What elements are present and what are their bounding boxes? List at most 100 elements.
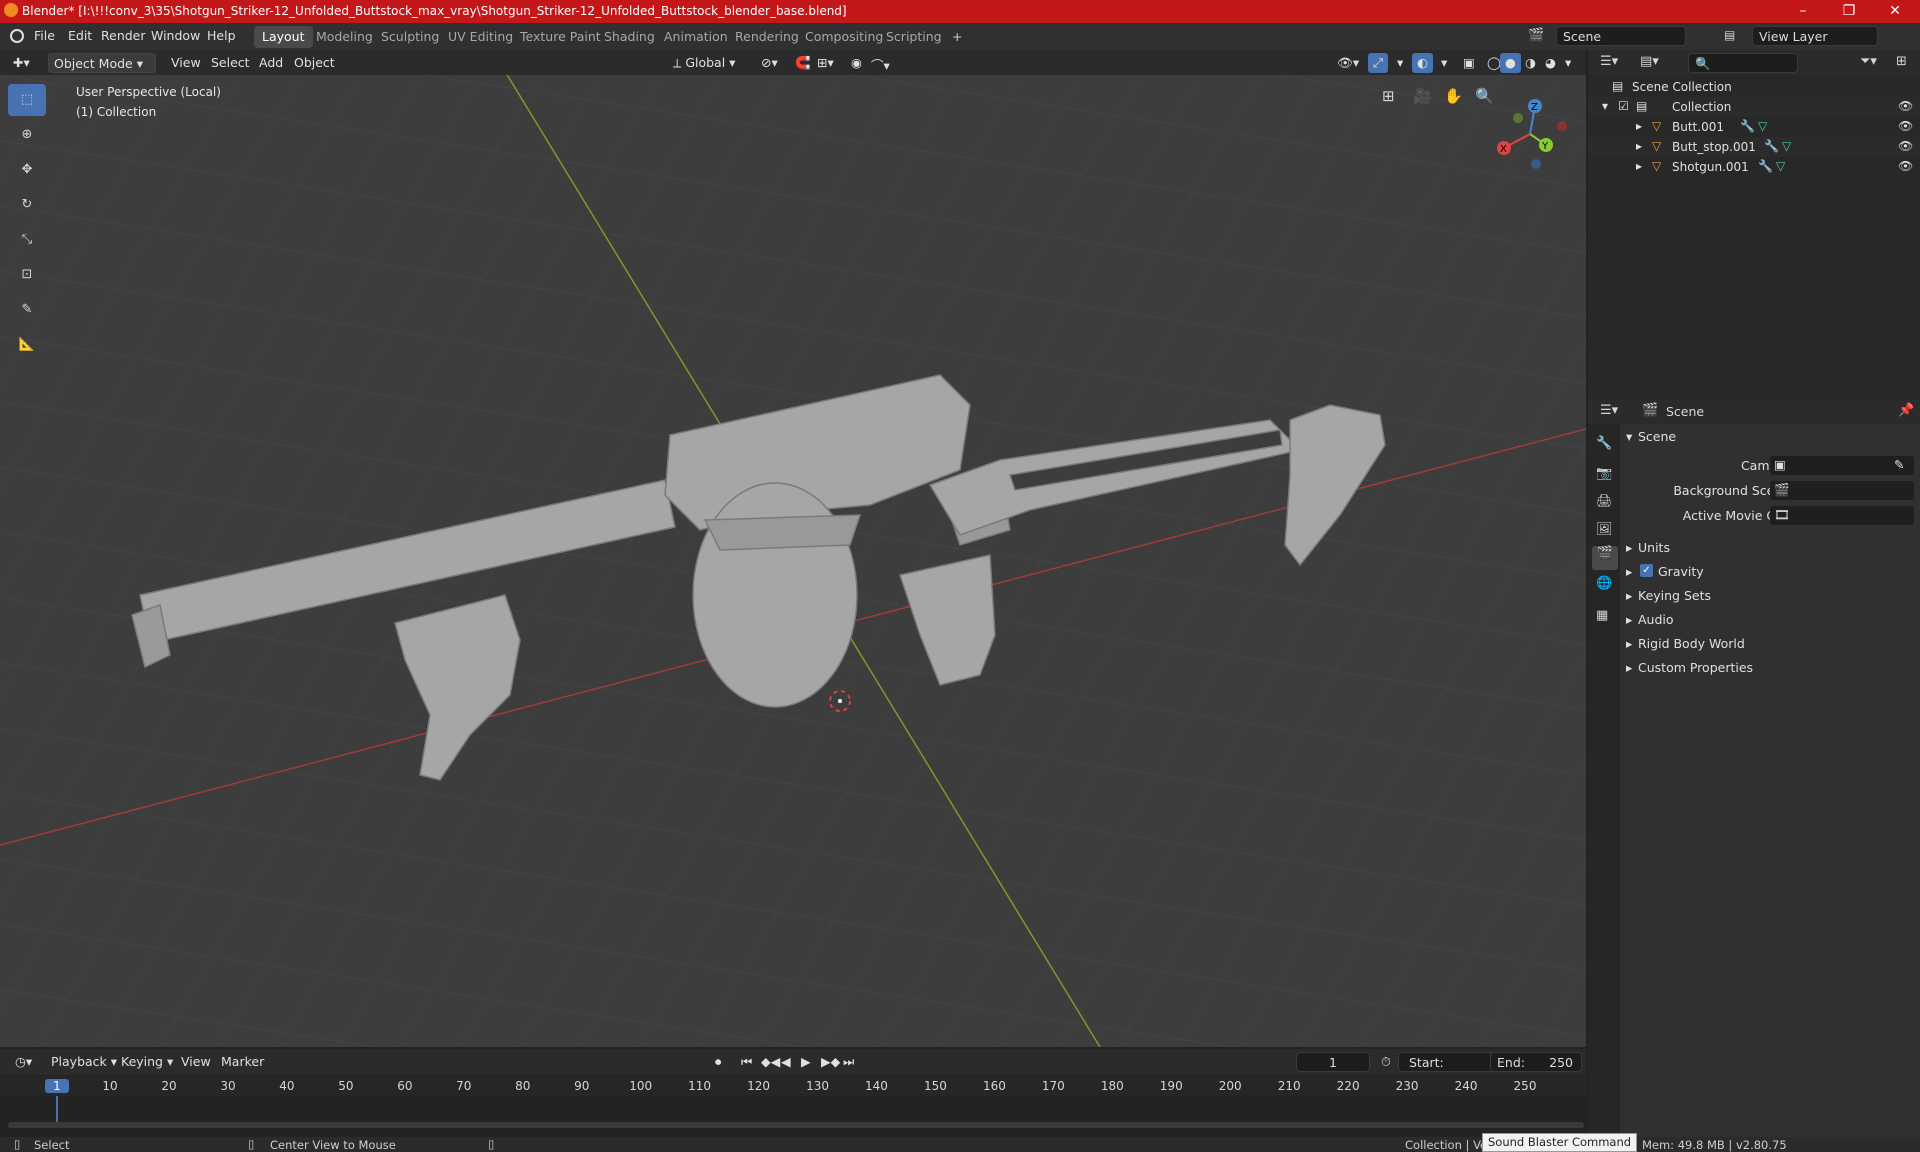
transform-icon[interactable]: ⊡ xyxy=(8,259,46,291)
close-button[interactable]: ✕ xyxy=(1872,0,1918,23)
view-menu[interactable]: View xyxy=(166,53,206,73)
render-tab-icon[interactable]: 📷 xyxy=(1596,466,1612,481)
playhead-line[interactable] xyxy=(56,1096,58,1124)
gravity-section[interactable]: ▸ ✓ Gravity xyxy=(1620,560,1920,584)
timeline-editor-icon[interactable]: ◷▾ xyxy=(10,1052,37,1072)
camera-field[interactable]: ▣ ✎ xyxy=(1770,456,1914,475)
material-shading-icon[interactable]: ◑ xyxy=(1520,53,1541,73)
proportional-edit-icon[interactable]: ◉ xyxy=(846,53,867,73)
overlays-dropdown-icon[interactable]: ▾ xyxy=(1436,53,1452,73)
measure-icon[interactable]: 📐 xyxy=(8,329,46,361)
falloff-icon[interactable]: ⌒▾ xyxy=(866,53,895,73)
rendered-shading-icon[interactable]: ◕ xyxy=(1540,53,1561,73)
3d-viewport[interactable]: ⬚ ⊕ ✥ ↻ ⤡ ⊡ ✎ 📐 User Perspective (Local)… xyxy=(0,75,1586,1047)
eyedropper-icon[interactable]: ✎ xyxy=(1894,457,1904,472)
outliner-row-shotgun[interactable]: ▸ ▽ Shotgun.001 🔧 ▽ 👁 xyxy=(1588,157,1920,177)
shading-dropdown-icon[interactable]: ▾ xyxy=(1560,53,1576,73)
audio-section[interactable]: ▸ Audio xyxy=(1620,608,1920,632)
menu-file[interactable]: File xyxy=(34,28,55,43)
new-collection-icon[interactable]: ⊞ xyxy=(1896,54,1907,69)
outliner-editor-icon[interactable]: ☰▾ xyxy=(1600,54,1618,69)
pan-hand-icon[interactable]: ✋ xyxy=(1444,87,1463,105)
jump-start-icon[interactable]: ⏮ xyxy=(736,1052,757,1072)
display-mode-icon[interactable]: ▤▾ xyxy=(1640,54,1659,69)
output-tab-icon[interactable]: 🖨 xyxy=(1596,494,1613,509)
play-reverse-icon[interactable]: ◀ xyxy=(776,1052,796,1072)
scene-selector[interactable]: Scene xyxy=(1556,26,1686,46)
scene-tab-icon[interactable]: 🎬 xyxy=(1592,546,1618,570)
view-layer-selector[interactable]: View Layer xyxy=(1752,26,1878,46)
play-icon[interactable]: ▶ xyxy=(796,1052,816,1072)
gizmo-dropdown-icon[interactable]: ▾ xyxy=(1392,53,1408,73)
navigation-gizmo[interactable]: X Y Z xyxy=(1490,90,1570,170)
object-menu[interactable]: Object xyxy=(289,53,340,73)
tab-scripting[interactable]: Scripting xyxy=(878,26,950,48)
eye-icon[interactable]: 👁 xyxy=(1898,159,1913,173)
add-workspace-icon[interactable]: + xyxy=(944,26,970,48)
properties-editor-icon[interactable]: ☰▾ xyxy=(1600,403,1618,418)
eye-icon[interactable]: 👁 xyxy=(1898,119,1913,133)
stopwatch-icon[interactable]: ⏱ xyxy=(1376,1052,1396,1072)
tab-layout[interactable]: Layout xyxy=(254,26,313,48)
active-movie-clip-field[interactable]: 🎞 xyxy=(1770,506,1914,525)
solid-shading-icon[interactable]: ● xyxy=(1500,53,1521,73)
expand-arrow-icon[interactable]: ▾ xyxy=(1602,99,1608,113)
outliner-search-input[interactable]: 🔍 xyxy=(1688,53,1798,73)
custom-properties-section[interactable]: ▸ Custom Properties xyxy=(1620,656,1920,680)
minimize-button[interactable]: – xyxy=(1780,0,1826,23)
scale-icon[interactable]: ⤡ xyxy=(8,224,46,256)
tool-tab-icon[interactable]: 🔧 xyxy=(1596,436,1612,451)
menu-window[interactable]: Window xyxy=(151,28,200,43)
transform-orientation-dropdown[interactable]: ⟂ Global ▾ xyxy=(668,53,740,73)
menu-render[interactable]: Render xyxy=(101,28,146,43)
timeline-scrollbar[interactable] xyxy=(8,1122,1584,1128)
background-scene-field[interactable]: 🎬 xyxy=(1770,481,1914,500)
pin-icon[interactable]: 📌 xyxy=(1898,403,1914,418)
tab-sculpting[interactable]: Sculpting xyxy=(373,26,447,48)
ortho-toggle-icon[interactable]: ⊞ xyxy=(1382,87,1395,105)
annotate-icon[interactable]: ✎ xyxy=(8,294,46,326)
overlays-toggle-icon[interactable]: ◐ xyxy=(1412,53,1433,73)
outliner-row-butt-stop[interactable]: ▸ ▽ Butt_stop.001 🔧 ▽ 👁 xyxy=(1588,137,1920,157)
camera-view-icon[interactable]: 🎥 xyxy=(1413,87,1432,105)
outliner-row-collection[interactable]: ▾ ☑ ▤ Collection 👁 xyxy=(1588,97,1920,117)
expand-arrow-icon[interactable]: ▸ xyxy=(1636,139,1642,153)
tab-modeling[interactable]: Modeling xyxy=(308,26,381,48)
tab-animation[interactable]: Animation xyxy=(656,26,736,48)
collection-checkbox[interactable]: ☑ xyxy=(1618,99,1629,113)
maximize-button[interactable]: ❐ xyxy=(1826,0,1872,23)
world-tab-icon[interactable]: 🌐 xyxy=(1596,576,1612,591)
expand-arrow-icon[interactable]: ▸ xyxy=(1636,159,1642,173)
add-menu[interactable]: Add xyxy=(254,53,288,73)
tab-texture-paint[interactable]: Texture Paint xyxy=(512,26,609,48)
select-box-icon[interactable]: ⬚ xyxy=(8,84,46,116)
end-frame-field[interactable]: End: 250 xyxy=(1490,1052,1582,1072)
outliner-row-butt[interactable]: ▸ ▽ Butt.001 🔧 ▽ 👁 xyxy=(1588,117,1920,137)
eye-icon[interactable]: 👁 xyxy=(1898,99,1913,113)
cursor-icon[interactable]: ⊕ xyxy=(8,119,46,151)
frame-ruler[interactable]: 1 10 20 30 40 50 60 70 80 90 100 110 120 130 140 150 160… xyxy=(0,1076,1586,1096)
playback-menu[interactable]: Playback ▾ xyxy=(46,1052,122,1072)
keying-menu[interactable]: Keying ▾ xyxy=(116,1052,178,1072)
units-section[interactable]: ▸ Units xyxy=(1620,536,1920,560)
blender-menu-icon[interactable] xyxy=(10,29,24,43)
view-menu-timeline[interactable]: View xyxy=(176,1052,216,1072)
filter-icon[interactable]: ⏷▾ xyxy=(1860,54,1877,69)
object-mode-dropdown[interactable]: Object Mode ▾ xyxy=(48,53,156,73)
xray-icon[interactable]: ▣ xyxy=(1458,53,1480,73)
snap-settings-icon[interactable]: ⊞▾ xyxy=(812,53,839,73)
tab-rendering[interactable]: Rendering xyxy=(727,26,807,48)
gravity-checkbox[interactable]: ✓ xyxy=(1640,564,1653,577)
expand-arrow-icon[interactable]: ▸ xyxy=(1636,119,1642,133)
scene-panel-header[interactable]: ▾ Scene xyxy=(1620,425,1920,449)
view-layer-tab-icon[interactable]: 🖼 xyxy=(1596,522,1613,537)
visibility-icon[interactable]: 👁▾ xyxy=(1332,53,1364,73)
tab-shading[interactable]: Shading xyxy=(596,26,663,48)
tab-uv-editing[interactable]: UV Editing xyxy=(440,26,521,48)
pivot-icon[interactable]: ⊘▾ xyxy=(756,53,783,73)
current-frame-field[interactable]: 1 xyxy=(1296,1052,1370,1072)
outliner-row-scene-collection[interactable]: ▤ Scene Collection xyxy=(1588,77,1920,97)
texture-tab-icon[interactable]: ▦ xyxy=(1596,608,1608,623)
keying-sets-section[interactable]: ▸ Keying Sets xyxy=(1620,584,1920,608)
move-icon[interactable]: ✥ xyxy=(8,154,46,186)
